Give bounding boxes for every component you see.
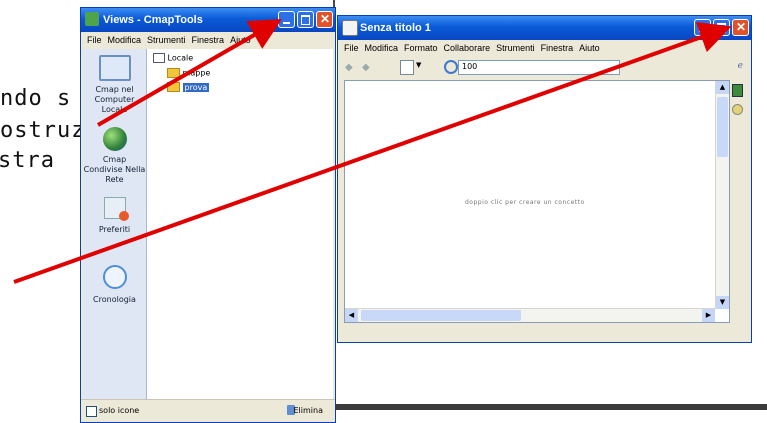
arrow-to-minimize xyxy=(97,19,282,127)
annotation-arrows xyxy=(13,19,732,284)
arrow-to-maximize xyxy=(13,21,732,284)
